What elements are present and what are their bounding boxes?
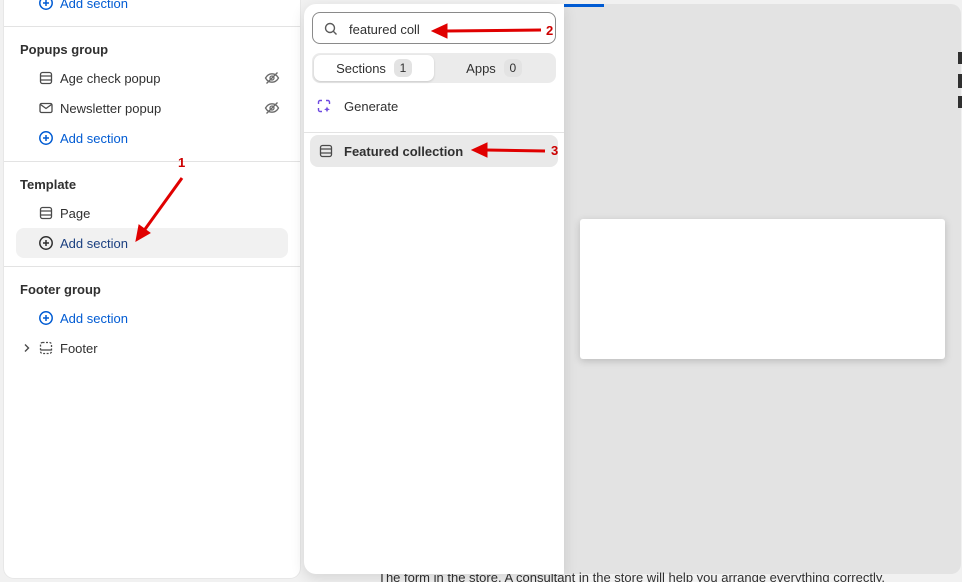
tab-apps[interactable]: Apps 0 <box>434 55 554 81</box>
eye-off-icon[interactable] <box>264 70 280 86</box>
tab-sections[interactable]: Sections 1 <box>314 55 434 81</box>
add-section-top[interactable]: Add section <box>16 0 288 18</box>
search-box[interactable] <box>312 12 556 44</box>
divider <box>4 266 300 267</box>
result-label: Featured collection <box>344 143 464 159</box>
template-group-title: Template <box>20 177 77 192</box>
footer-layout-icon <box>39 341 53 355</box>
section-icon <box>39 206 53 220</box>
search-input[interactable] <box>349 19 459 39</box>
plus-circle-icon <box>39 131 53 145</box>
section-label: Age check popup <box>60 70 161 86</box>
divider <box>4 161 300 162</box>
sparkle-generate-icon <box>317 99 331 113</box>
popups-group-title: Popups group <box>20 42 109 57</box>
add-section-label: Add section <box>60 310 128 326</box>
chevron-right-icon[interactable] <box>21 342 33 354</box>
count-badge: 1 <box>393 59 412 77</box>
add-section-label: Add section <box>60 0 128 11</box>
section-newsletter-popup[interactable]: Newsletter popup <box>16 93 288 123</box>
preview-edge-text <box>958 74 962 88</box>
preview-loading-bar <box>564 4 604 7</box>
section-picker-panel: Sections 1 Apps 0 Generate Featured coll… <box>304 4 564 574</box>
search-icon <box>324 22 337 35</box>
section-page[interactable]: Page <box>16 198 288 228</box>
annotation-number: 3 <box>551 143 559 158</box>
generate-button[interactable]: Generate <box>316 96 398 116</box>
section-icon <box>319 144 333 158</box>
annotation-number: 2 <box>546 23 554 38</box>
preview-popup-modal <box>580 219 945 359</box>
plus-circle-icon <box>39 311 53 325</box>
plus-circle-icon <box>39 0 53 10</box>
add-section-template[interactable]: Add section <box>16 228 288 258</box>
section-age-check-popup[interactable]: Age check popup <box>16 63 288 93</box>
picker-tabs: Sections 1 Apps 0 <box>312 53 556 83</box>
count-badge: 0 <box>503 59 522 77</box>
divider <box>4 26 300 27</box>
add-section-footer[interactable]: Add section <box>16 303 288 333</box>
mail-icon <box>39 102 53 114</box>
annotation-number: 1 <box>178 155 186 170</box>
section-footer[interactable]: Footer <box>16 333 288 363</box>
section-icon <box>39 71 53 85</box>
add-section-label: Add section <box>60 235 128 251</box>
plus-circle-icon <box>39 236 53 250</box>
section-label: Newsletter popup <box>60 100 162 116</box>
preview-edge-text <box>958 52 962 64</box>
section-label: Footer <box>60 340 98 356</box>
sections-sidebar: Add section Popups group Age check popup… <box>4 0 300 578</box>
result-featured-collection[interactable]: Featured collection <box>310 135 558 167</box>
add-section-popups[interactable]: Add section <box>16 123 288 153</box>
footer-group-title: Footer group <box>20 282 101 297</box>
tab-label: Apps <box>466 60 496 76</box>
divider <box>304 132 564 133</box>
tab-label: Sections <box>336 60 386 76</box>
section-label: Page <box>60 205 91 221</box>
add-section-label: Add section <box>60 130 128 146</box>
generate-label: Generate <box>344 98 399 114</box>
eye-off-icon[interactable] <box>264 100 280 116</box>
preview-edge-text <box>958 96 962 108</box>
